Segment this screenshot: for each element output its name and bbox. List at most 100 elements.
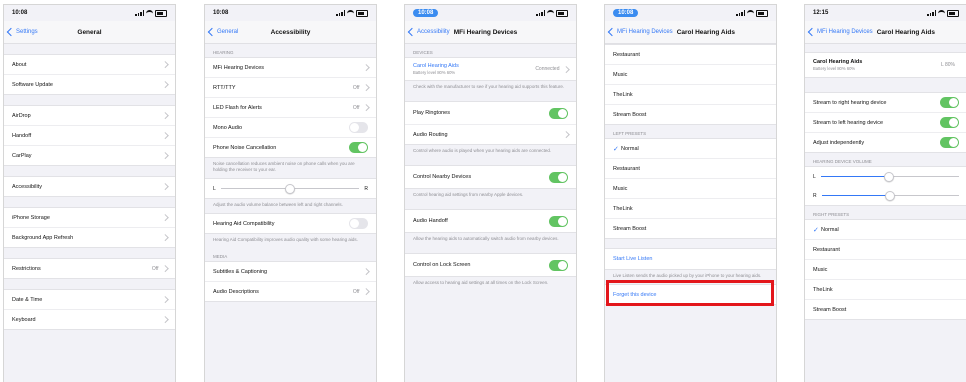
preset-row-music[interactable]: Music [605, 179, 776, 199]
chevron-right-icon [161, 316, 168, 323]
phone-screen-hearing-aid-presets: 10:08 MFi Hearing Devices Carol Hearing … [604, 4, 777, 382]
settings-row-airdrop[interactable]: AirDrop [4, 106, 175, 126]
settings-row-rtt-tty[interactable]: RTT/TTY Off [205, 78, 376, 98]
nav-bar: General Accessibility [205, 21, 376, 44]
left-volume-slider[interactable]: L [805, 167, 966, 186]
device-row[interactable]: Carol Hearing Aids Battery level 80% 60% … [405, 58, 576, 80]
section-header: DEVICES [413, 50, 433, 55]
slider-track[interactable] [220, 184, 360, 195]
settings-row-mfi-hearing-devices[interactable]: MFi Hearing Devices [205, 58, 376, 78]
slider-track[interactable] [821, 191, 959, 202]
settings-row-about[interactable]: About [4, 55, 175, 75]
mono-audio-toggle[interactable] [349, 122, 368, 133]
preset-row-thelink[interactable]: TheLink [605, 85, 776, 105]
settings-row-audio-descriptions[interactable]: Audio Descriptions Off [205, 282, 376, 301]
settings-row-control-nearby-devices[interactable]: Control Nearby Devices [405, 166, 576, 188]
control-nearby-toggle[interactable] [549, 171, 568, 183]
status-bar: 10:08 [205, 5, 376, 21]
phone-screen-mfi-hearing-devices: 10:08 Accessibility MFi Hearing Devices … [404, 4, 577, 382]
preset-row-stream-boost[interactable]: Stream Boost [805, 300, 966, 319]
preset-row-thelink[interactable]: TheLink [805, 280, 966, 300]
audio-handoff-toggle[interactable] [549, 215, 568, 227]
status-time: 10:08 [413, 9, 439, 17]
settings-row-subtitles-captioning[interactable]: Subtitles & Captioning [205, 262, 376, 282]
slider-knob[interactable] [284, 184, 295, 195]
chevron-right-icon [161, 296, 168, 303]
settings-row-stream-right[interactable]: Stream to right hearing device [805, 93, 966, 113]
slider-knob[interactable] [884, 191, 895, 202]
settings-row-iphone-storage[interactable]: iPhone Storage [4, 208, 175, 228]
chevron-right-icon [161, 265, 168, 272]
preset-row-music[interactable]: Music [605, 65, 776, 85]
settings-row-software-update[interactable]: Software Update [4, 75, 175, 94]
balance-slider-group: L R [205, 178, 376, 199]
battery-icon [356, 9, 368, 17]
preset-row-stream-boost[interactable]: Stream Boost [605, 219, 776, 238]
settings-row-hearing-aid-compatibility[interactable]: Hearing Aid Compatibility [205, 214, 376, 233]
preset-row-restaurant[interactable]: Restaurant [805, 240, 966, 260]
preset-row-music[interactable]: Music [805, 260, 966, 280]
status-time: 12:15 [813, 10, 829, 16]
back-button[interactable]: MFi Hearing Devices [805, 27, 873, 37]
section-header: HEARING [213, 50, 234, 55]
settings-row-adjust-independently[interactable]: Adjust independently [805, 133, 966, 152]
settings-row-date-time[interactable]: Date & Time [4, 290, 175, 310]
back-button[interactable]: MFi Hearing Devices [605, 27, 673, 37]
status-bar: 10:08 [605, 5, 776, 21]
device-battery-level: L 80% [941, 62, 955, 68]
signal-icon [135, 10, 144, 16]
settings-row-audio-routing[interactable]: Audio Routing [405, 125, 576, 144]
status-time: 10:08 [213, 10, 229, 16]
settings-row-phone-noise-cancellation[interactable]: Phone Noise Cancellation [205, 138, 376, 157]
live-listen-group: Start Live Listen [605, 248, 776, 270]
preset-row-normal[interactable]: ✓ Normal [605, 139, 776, 159]
balance-slider[interactable]: L R [205, 179, 376, 198]
settings-group: AirDrop Handoff CarPlay [4, 105, 175, 166]
right-volume-slider[interactable]: R [805, 186, 966, 205]
settings-row-play-ringtones[interactable]: Play Ringtones [405, 102, 576, 125]
adjust-independently-toggle[interactable] [940, 137, 959, 148]
stream-right-toggle[interactable] [940, 97, 959, 108]
hac-toggle[interactable] [349, 218, 368, 229]
play-ringtones-toggle[interactable] [549, 107, 568, 119]
chevron-right-icon [161, 61, 168, 68]
chevron-right-icon [161, 112, 168, 119]
back-button[interactable]: Accessibility [405, 27, 450, 37]
preset-row-stream-boost[interactable]: Stream Boost [605, 105, 776, 124]
noise-cancellation-toggle[interactable] [349, 142, 368, 153]
slider-knob[interactable] [884, 172, 895, 183]
highlight-box [606, 280, 774, 306]
device-name: Carol Hearing Aids [813, 59, 863, 65]
settings-row-mono-audio[interactable]: Mono Audio [205, 118, 376, 138]
settings-row-led-flash[interactable]: LED Flash for Alerts Off [205, 98, 376, 118]
lock-screen-toggle[interactable] [549, 259, 568, 271]
settings-row-handoff[interactable]: Handoff [4, 126, 175, 146]
preset-row-restaurant[interactable]: Restaurant [605, 159, 776, 179]
battery-icon [756, 9, 768, 17]
settings-group: Audio Handoff [405, 209, 576, 233]
preset-row-thelink[interactable]: TheLink [605, 199, 776, 219]
settings-group: About Software Update [4, 54, 175, 95]
preset-group: ✓ Normal Restaurant Music TheLink Stream … [805, 219, 966, 320]
settings-row-audio-handoff[interactable]: Audio Handoff [405, 210, 576, 232]
settings-row-control-on-lock-screen[interactable]: Control on Lock Screen [405, 254, 576, 276]
chevron-right-icon [161, 234, 168, 241]
chevron-right-icon [362, 104, 369, 111]
settings-row-keyboard[interactable]: Keyboard [4, 310, 175, 329]
settings-row-background-app-refresh[interactable]: Background App Refresh [4, 228, 175, 247]
stream-left-toggle[interactable] [940, 117, 959, 128]
preset-row-normal[interactable]: ✓ Normal [805, 220, 966, 240]
start-live-listen-button[interactable]: Start Live Listen [605, 249, 776, 269]
settings-row-accessibility[interactable]: Accessibility [4, 177, 175, 196]
wifi-icon [938, 9, 945, 17]
chevron-right-icon [562, 65, 569, 73]
settings-group: MFi Hearing Devices RTT/TTY Off LED Flash… [205, 57, 376, 158]
settings-row-restrictions[interactable]: Restrictions Off [4, 259, 175, 278]
settings-row-carplay[interactable]: CarPlay [4, 146, 175, 165]
battery-icon [947, 9, 959, 17]
phone-screen-accessibility: 10:08 General Accessibility HEARING MFi … [204, 4, 377, 382]
settings-row-stream-left[interactable]: Stream to left hearing device [805, 113, 966, 133]
chevron-right-icon [161, 183, 168, 190]
preset-row-restaurant[interactable]: Restaurant [605, 45, 776, 65]
slider-track[interactable] [820, 172, 959, 183]
